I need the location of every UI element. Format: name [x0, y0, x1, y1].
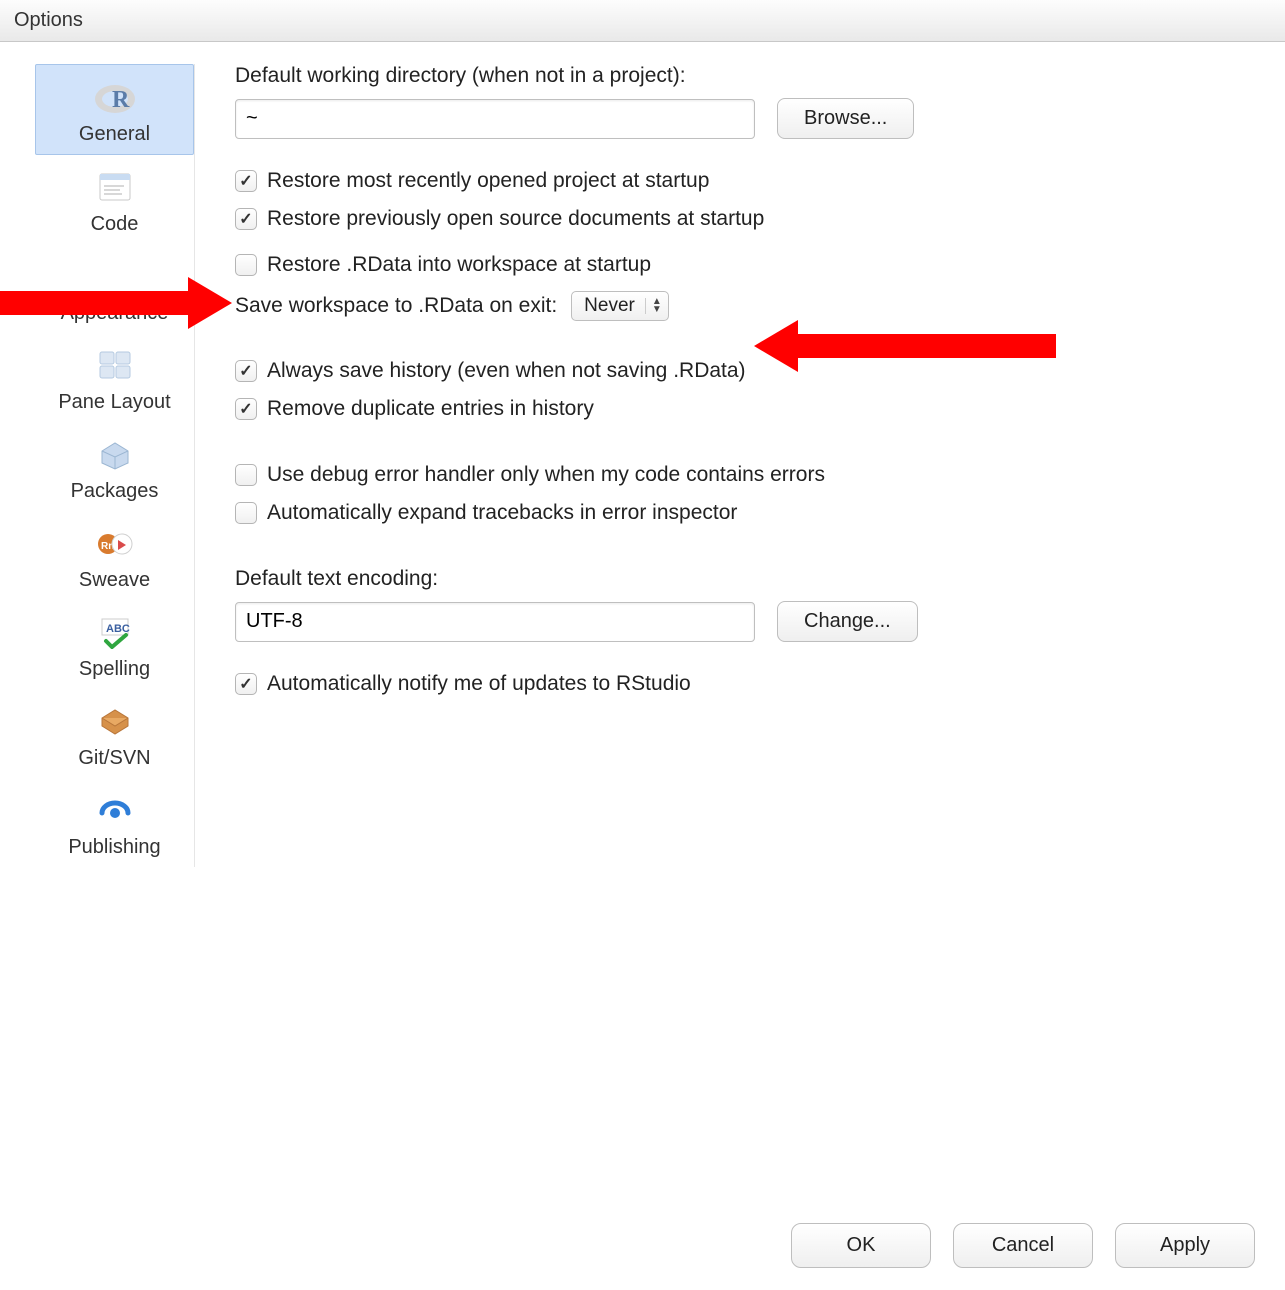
- packages-icon: [90, 432, 140, 476]
- restore-rdata-row[interactable]: Restore .RData into workspace at startup: [235, 253, 1255, 277]
- checkbox-label: Always save history (even when not savin…: [267, 359, 746, 383]
- sidebar-item-label: Pane Layout: [58, 391, 170, 414]
- remove-dup-history-row[interactable]: Remove duplicate entries in history: [235, 397, 1255, 421]
- sidebar-item-git-svn[interactable]: Git/SVN: [35, 689, 194, 778]
- checkbox-label: Use debug error handler only when my cod…: [267, 463, 825, 487]
- select-value: Never: [584, 295, 635, 317]
- save-workspace-label: Save workspace to .RData on exit:: [235, 294, 557, 318]
- browse-button[interactable]: Browse...: [777, 98, 914, 139]
- sidebar-item-label: Spelling: [79, 658, 150, 681]
- checkbox-label: Automatically notify me of updates to RS…: [267, 672, 691, 696]
- checkbox-icon[interactable]: [235, 208, 257, 230]
- sidebar-item-label: Publishing: [68, 836, 160, 859]
- expand-traceback-row[interactable]: Automatically expand tracebacks in error…: [235, 501, 1255, 525]
- workdir-label: Default working directory (when not in a…: [235, 64, 1255, 88]
- publishing-icon: [90, 788, 140, 832]
- checkbox-label: Restore most recently opened project at …: [267, 169, 709, 193]
- sweave-icon: Rnv: [90, 521, 140, 565]
- dialog-footer: OK Cancel Apply: [791, 1223, 1255, 1268]
- sidebar-item-label: General: [79, 123, 150, 146]
- git-svn-icon: [90, 699, 140, 743]
- pane-layout-icon: [90, 343, 140, 387]
- checkbox-label: Restore .RData into workspace at startup: [267, 253, 651, 277]
- checkbox-icon[interactable]: [235, 502, 257, 524]
- sidebar-item-sweave[interactable]: Rnv Sweave: [35, 511, 194, 600]
- notify-updates-row[interactable]: Automatically notify me of updates to RS…: [235, 672, 1255, 696]
- sidebar: R General Code: [35, 64, 195, 867]
- checkbox-icon[interactable]: [235, 360, 257, 382]
- save-history-row[interactable]: Always save history (even when not savin…: [235, 359, 1255, 383]
- sidebar-item-publishing[interactable]: Publishing: [35, 778, 194, 867]
- titlebar: Options: [0, 0, 1285, 42]
- debug-handler-row[interactable]: Use debug error handler only when my cod…: [235, 463, 1255, 487]
- checkbox-icon[interactable]: [235, 254, 257, 276]
- cancel-button[interactable]: Cancel: [953, 1223, 1093, 1268]
- checkbox-label: Restore previously open source documents…: [267, 207, 764, 231]
- encoding-input[interactable]: [235, 602, 755, 642]
- checkbox-label: Remove duplicate entries in history: [267, 397, 594, 421]
- svg-text:R: R: [112, 87, 130, 113]
- workdir-input[interactable]: [235, 99, 755, 139]
- sidebar-item-label: Code: [91, 213, 139, 236]
- sidebar-item-appearance[interactable]: Appearance: [35, 244, 194, 333]
- window-title: Options: [14, 9, 83, 32]
- code-icon: [90, 165, 140, 209]
- updown-icon: ▲▼: [645, 298, 662, 314]
- sidebar-item-general[interactable]: R General: [35, 64, 194, 155]
- sidebar-item-label: Git/SVN: [78, 747, 150, 770]
- sidebar-item-code[interactable]: Code: [35, 155, 194, 244]
- r-logo-icon: R: [90, 75, 140, 119]
- checkbox-icon[interactable]: [235, 170, 257, 192]
- ok-button[interactable]: OK: [791, 1223, 931, 1268]
- checkbox-icon[interactable]: [235, 673, 257, 695]
- checkbox-label: Automatically expand tracebacks in error…: [267, 501, 737, 525]
- dialog-body: R General Code: [0, 42, 1285, 62]
- sidebar-item-packages[interactable]: Packages: [35, 422, 194, 511]
- encoding-label: Default text encoding:: [235, 567, 1255, 591]
- sidebar-item-spelling[interactable]: ABC Spelling: [35, 600, 194, 689]
- spelling-icon: ABC: [90, 610, 140, 654]
- restore-project-row[interactable]: Restore most recently opened project at …: [235, 169, 1255, 193]
- sidebar-item-pane-layout[interactable]: Pane Layout: [35, 333, 194, 422]
- general-panel: Default working directory (when not in a…: [235, 64, 1255, 710]
- sidebar-item-label: Packages: [71, 480, 159, 503]
- apply-button[interactable]: Apply: [1115, 1223, 1255, 1268]
- checkbox-icon[interactable]: [235, 464, 257, 486]
- change-button[interactable]: Change...: [777, 601, 918, 642]
- sidebar-item-label: Sweave: [79, 569, 150, 592]
- checkbox-icon[interactable]: [235, 398, 257, 420]
- save-workspace-select[interactable]: Never ▲▼: [571, 291, 669, 321]
- restore-docs-row[interactable]: Restore previously open source documents…: [235, 207, 1255, 231]
